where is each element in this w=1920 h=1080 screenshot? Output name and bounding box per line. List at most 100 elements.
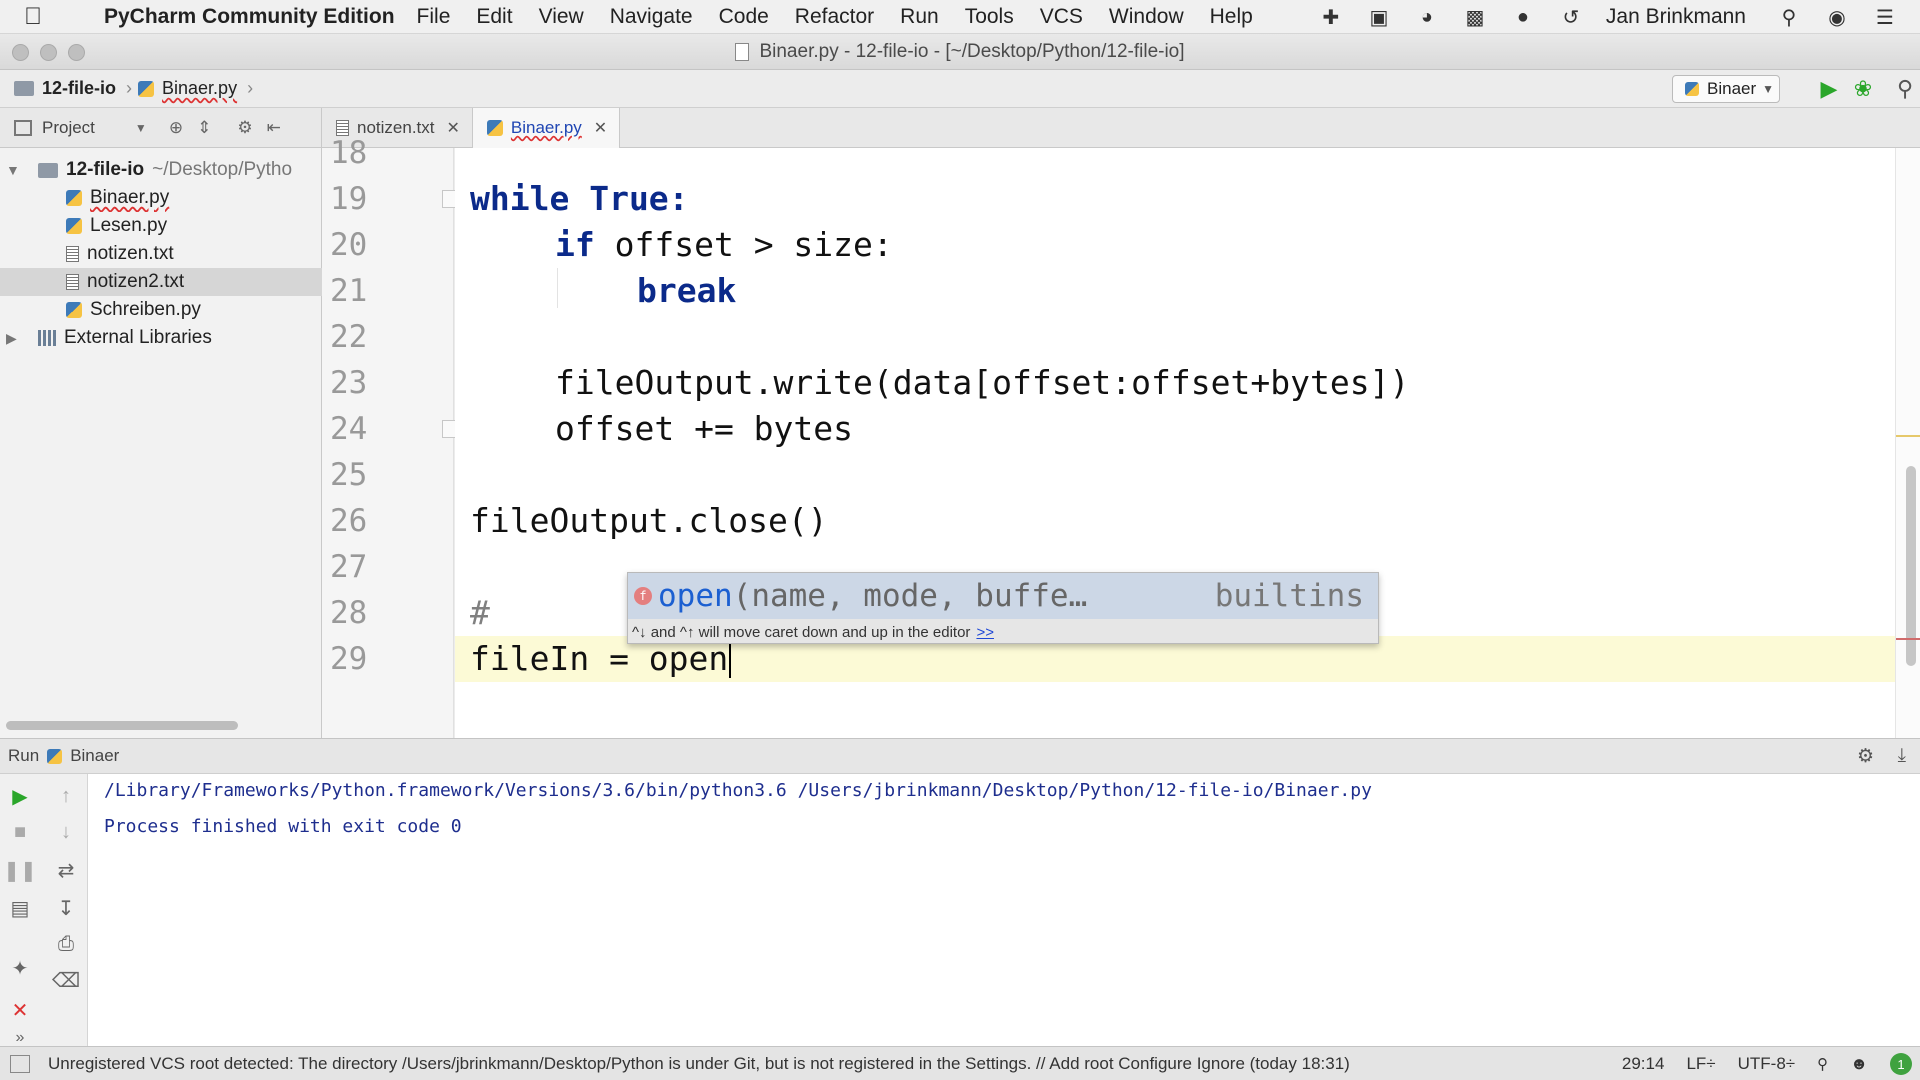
arrow-up-icon[interactable]: ↑ <box>52 782 80 810</box>
line-number: 19 <box>330 181 368 217</box>
tree-item-label: notizen2.txt <box>87 271 185 292</box>
app-name-menu[interactable]: PyCharm Community Edition <box>104 5 395 29</box>
search-everywhere-icon[interactable]: ⚲ <box>1892 76 1918 102</box>
folder-icon <box>14 81 34 96</box>
debug-icon[interactable]: ❀ <box>1850 76 1876 102</box>
code-line-28: # <box>470 593 490 632</box>
extension-icon[interactable]: ✚ <box>1318 5 1344 29</box>
close-icon[interactable]: ✕ <box>6 996 34 1024</box>
restore-layout-icon[interactable]: ▤ <box>6 894 34 922</box>
menu-code[interactable]: Code <box>719 5 769 29</box>
window-title: Binaer.py - 12-file-io - [~/Desktop/Pyth… <box>759 40 1185 62</box>
file-encoding[interactable]: UTF-8÷ <box>1738 1054 1796 1074</box>
pause-icon[interactable]: ❚❚ <box>3 856 37 884</box>
lock-icon[interactable]: ⚲ <box>1817 1055 1828 1073</box>
time-machine-icon[interactable]: ↺ <box>1558 5 1584 29</box>
menu-tools[interactable]: Tools <box>965 5 1014 29</box>
scroll-to-end-icon[interactable]: ↧ <box>52 894 80 922</box>
tree-horizontal-scrollbar[interactable] <box>6 721 238 730</box>
expanded-arrow-icon[interactable]: ▼ <box>6 162 22 178</box>
notification-center-icon[interactable]: ☰ <box>1872 5 1898 29</box>
run-tool-label[interactable]: Run <box>8 746 39 766</box>
chat-icon[interactable]: ● <box>1510 5 1536 29</box>
chevron-right-icon: › <box>126 78 133 98</box>
tree-root-12-file-io[interactable]: ▼ 12-file-io ~/Desktop/Pytho <box>0 156 322 184</box>
hide-panel-icon[interactable]: ⤓ <box>1898 745 1906 767</box>
tab-binaer-py[interactable]: Binaer.py ✕ <box>472 107 621 148</box>
trash-icon[interactable]: ⌫ <box>52 966 80 994</box>
minimize-window-button[interactable] <box>40 44 57 61</box>
tree-item-external-libraries[interactable]: ▶ External Libraries <box>0 324 322 352</box>
locate-file-icon[interactable]: ⊕ <box>169 118 183 138</box>
clapper-icon[interactable]: ▣ <box>1366 5 1392 29</box>
inspector-icon[interactable]: ☻ <box>1850 1054 1868 1074</box>
menu-help[interactable]: Help <box>1210 5 1253 29</box>
menu-run[interactable]: Run <box>900 5 939 29</box>
event-log-badge[interactable]: 1 <box>1890 1053 1912 1075</box>
completion-hint: ^↓ and ^↑ will move caret down and up in… <box>628 619 1378 645</box>
collapse-all-icon[interactable]: ⇕ <box>197 118 211 138</box>
warning-marker[interactable] <box>1896 435 1920 437</box>
siri-icon[interactable]: ◉ <box>1824 5 1850 29</box>
status-message[interactable]: Unregistered VCS root detected: The dire… <box>48 1054 1628 1074</box>
print-icon[interactable]: ⎙ <box>52 930 80 958</box>
menu-navigate[interactable]: Navigate <box>610 5 693 29</box>
close-window-button[interactable] <box>12 44 29 61</box>
caret-position[interactable]: 29:14 <box>1622 1054 1665 1074</box>
gear-icon[interactable]: ⚙ <box>1857 745 1874 768</box>
run-config-label[interactable]: Binaer <box>70 746 119 766</box>
user-name[interactable]: Jan Brinkmann <box>1606 5 1746 29</box>
apple-icon[interactable]:  <box>24 3 64 31</box>
tree-item-notizen-txt[interactable]: notizen.txt <box>0 240 322 268</box>
breadcrumb-file[interactable]: Binaer.py › <box>138 78 259 99</box>
menu-vcs[interactable]: VCS <box>1040 5 1083 29</box>
menu-window[interactable]: Window <box>1109 5 1184 29</box>
line-number: 23 <box>330 365 368 401</box>
code-editor[interactable]: while True: if offset > size: break file… <box>455 148 1895 738</box>
run-icon[interactable]: ▶ <box>1816 76 1842 102</box>
menu-view[interactable]: View <box>539 5 584 29</box>
status-bar: Unregistered VCS root detected: The dire… <box>0 1046 1920 1080</box>
line-number: 26 <box>330 503 368 539</box>
breadcrumb-project-label: 12-file-io <box>42 78 117 98</box>
rerun-icon[interactable]: ▶ <box>6 782 34 810</box>
line-number: 29 <box>330 641 368 677</box>
camera-icon[interactable]: ▩ <box>1462 5 1488 29</box>
code-line-20: if offset > size: <box>555 225 893 264</box>
menu-refactor[interactable]: Refactor <box>795 5 874 29</box>
line-number: 27 <box>330 549 368 585</box>
tree-root-path: ~/Desktop/Pytho <box>152 159 293 180</box>
collapsed-arrow-icon[interactable]: ▶ <box>6 330 22 347</box>
completion-hint-link[interactable]: >> <box>976 624 994 641</box>
menu-edit[interactable]: Edit <box>476 5 512 29</box>
run-configuration-dropdown[interactable]: Binaer ▼ <box>1672 75 1780 103</box>
tree-item-lesen-py[interactable]: Lesen.py <box>0 212 322 240</box>
leaf-icon[interactable]: ◕ <box>1414 5 1440 29</box>
tab-label: Binaer.py <box>510 117 582 137</box>
hide-panel-icon[interactable]: ⇤ <box>267 118 281 138</box>
tree-item-notizen2-txt[interactable]: notizen2.txt <box>0 268 322 296</box>
gear-icon[interactable]: ⚙ <box>237 118 252 138</box>
soft-wrap-icon[interactable]: ⇄ <box>52 856 80 884</box>
breadcrumb-project[interactable]: 12-file-io › <box>14 78 138 99</box>
menu-file[interactable]: File <box>417 5 451 29</box>
tree-item-schreiben-py[interactable]: Schreiben.py <box>0 296 322 324</box>
close-icon[interactable]: ✕ <box>594 118 607 138</box>
spotlight-search-icon[interactable]: ⚲ <box>1776 5 1802 29</box>
zoom-window-button[interactable] <box>68 44 85 61</box>
error-marker[interactable] <box>1896 638 1920 640</box>
editor-vertical-scrollbar[interactable] <box>1906 466 1916 666</box>
line-separator[interactable]: LF÷ <box>1686 1054 1715 1074</box>
tree-item-binaer-py[interactable]: Binaer.py <box>0 184 322 212</box>
project-tool-header[interactable]: Project ▼ ⊕ ⇕ ⚙ ⇤ <box>0 107 322 148</box>
pin-icon[interactable]: ✦ <box>6 954 34 982</box>
toggle-tool-windows-icon[interactable] <box>10 1054 30 1073</box>
chevron-down-icon[interactable]: ▼ <box>135 121 147 135</box>
close-icon[interactable]: ✕ <box>447 118 460 138</box>
arrow-down-icon[interactable]: ↓ <box>52 818 80 846</box>
editor-error-stripe <box>1895 148 1920 738</box>
run-panel: ▶ ↑ ■ ↓ ❚❚ ⇄ ▤ ↧ ⎙ ✦ ⌫ ✕ » /Library/Fram… <box>0 774 1920 1046</box>
indent-guide <box>557 268 558 308</box>
stop-icon[interactable]: ■ <box>6 818 34 846</box>
completion-item-open[interactable]: f open (name, mode, buffe… builtins <box>628 573 1378 619</box>
